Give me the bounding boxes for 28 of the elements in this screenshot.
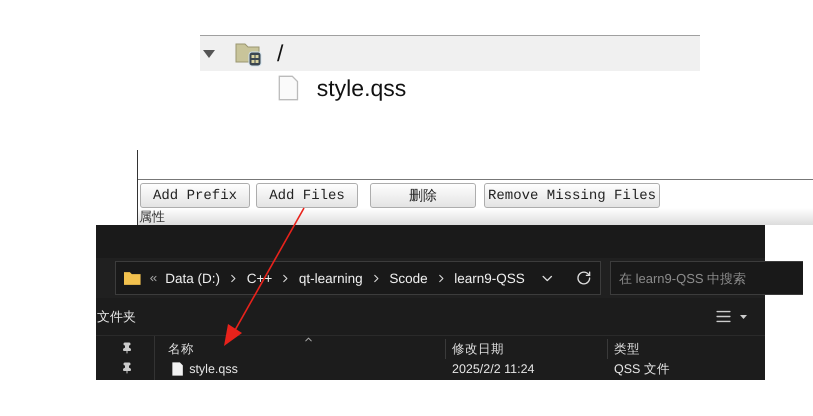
breadcrumb-item[interactable]: Scode (389, 270, 428, 286)
column-header[interactable]: 修改日期 (445, 339, 607, 359)
file-icon (172, 362, 184, 376)
list-view-icon[interactable] (715, 308, 732, 325)
search-field[interactable]: 在 learn9-QSS 中搜索 (610, 261, 803, 295)
expand-arrow-icon[interactable] (203, 50, 215, 58)
folder-icon (124, 271, 141, 285)
breadcrumb-item[interactable]: Data (D:) (165, 270, 220, 286)
caret-icon[interactable] (740, 314, 747, 318)
pin-icon[interactable] (121, 362, 133, 374)
section-label: 属性 (138, 209, 165, 225)
file-icon (278, 75, 299, 101)
breadcrumb-item[interactable]: learn9-QSS (454, 270, 525, 286)
toolbar-label[interactable]: 文件夹 (97, 308, 136, 326)
tree-item-label[interactable]: / (277, 40, 284, 67)
tree-item-label[interactable]: style.qss (316, 74, 406, 102)
column-header[interactable]: 类型 (607, 339, 765, 359)
refresh-icon[interactable] (576, 270, 592, 286)
resource-button[interactable]: Remove Missing Files (484, 183, 660, 208)
resource-button[interactable]: Add Prefix (140, 183, 250, 208)
resource-button[interactable]: 删除 (370, 183, 476, 208)
table-cell-text: QSS 文件 (613, 360, 671, 378)
table-cell-text: 2025/2/2 11:24 (451, 361, 536, 378)
column-header[interactable]: 名称 (155, 339, 445, 359)
file-name-cell[interactable]: style.qss (155, 359, 445, 379)
pin-icon[interactable] (121, 342, 133, 354)
resource-button[interactable]: Add Files (256, 183, 358, 208)
breadcrumb-item[interactable]: qt-learning (298, 270, 363, 286)
